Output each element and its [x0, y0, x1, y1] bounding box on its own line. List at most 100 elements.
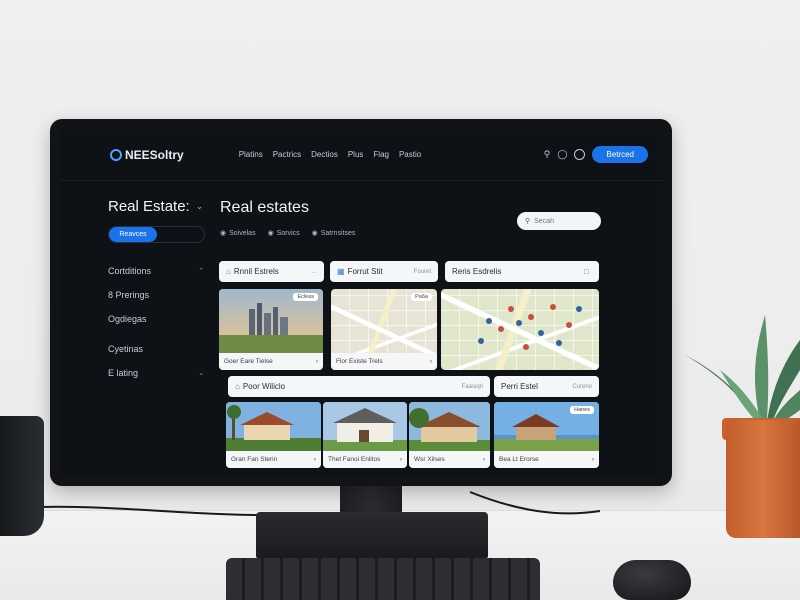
card-label: Forrut Stit [347, 267, 383, 276]
sidebar-item-1[interactable]: Cortditions ⌃ [108, 259, 204, 283]
listing-tile-4[interactable]: Wsr Xilses › [409, 402, 490, 468]
listing-tile-2[interactable]: Gran Fan Sterin › [226, 402, 321, 468]
tile-caption: Wsr Xilses › [409, 451, 490, 468]
chevron-right-icon: › [591, 456, 594, 463]
filter-icon: ◉ [220, 230, 227, 237]
tile-caption-text: Wsr Xilses [414, 456, 445, 463]
filter-icon: ◉ [311, 230, 318, 237]
nav-item-6[interactable]: Pastio [399, 150, 421, 159]
tile-tag: Hanes [570, 406, 594, 414]
settings-icon[interactable] [574, 149, 586, 160]
tile-caption: Flor Existe Trels › [331, 353, 437, 370]
sidebar-item-label: 8 Prerings [108, 290, 150, 300]
card-header-4[interactable]: ⌂ Poor Wiliclo Faasiqn [228, 376, 490, 397]
filter-2[interactable]: ◉ Sorvics [267, 229, 300, 238]
map-icon: ▦ [337, 267, 345, 276]
mouse [613, 560, 691, 600]
house-image [409, 402, 490, 452]
sidebar-item-label: E lating [108, 368, 139, 378]
house-image [323, 402, 407, 452]
toggle-active-option[interactable]: Reavces [109, 227, 157, 242]
screen: NEESoltry Platins Pactrics Dectios Plus … [60, 129, 662, 476]
card-label: Reris Esdrelis [452, 267, 502, 276]
tile-caption-text: Bea Lt Erorse [499, 456, 539, 463]
brand[interactable]: NEESoltry [110, 148, 184, 162]
card-header-5[interactable]: Perri Estel Cureno [494, 376, 599, 397]
primary-cta-button[interactable]: Betrced [592, 146, 648, 163]
tile-caption-text: Gran Fan Sterin [231, 456, 278, 463]
coffee-mug [0, 416, 44, 536]
card-header-3[interactable]: Reris Esdrelis □ [445, 261, 599, 282]
tile-caption-text: Flor Existe Trels [336, 358, 383, 365]
sidebar-title[interactable]: Real Estate: ⌄ [108, 198, 210, 215]
home-icon: ⌂ [226, 267, 231, 276]
filter-label: Satrnsitses [320, 229, 356, 237]
bookmark-icon[interactable]: □ [584, 267, 589, 276]
keyboard [226, 558, 540, 600]
listing-tile-5[interactable]: Hanes Bea Lt Erorse › [494, 402, 599, 468]
map-pins [478, 304, 582, 350]
listing-tile-3[interactable]: Thet Fanoi Enlitos › [323, 402, 407, 468]
filter-3[interactable]: ◉ Satrnsitses [311, 229, 356, 238]
chevron-right-icon: › [399, 456, 402, 463]
filter-label: Soivelas [229, 229, 256, 237]
page-title: Real estates [220, 199, 309, 216]
nav-item-4[interactable]: Plus [348, 150, 364, 159]
tile-caption-text: Goer Eare Tielse [224, 358, 273, 365]
sidebar-item-3[interactable]: Ogdiegas [108, 307, 204, 331]
card-meta: Cureno [572, 383, 592, 390]
card-label: Perri Estel [501, 382, 538, 391]
nav-item-1[interactable]: Platins [239, 150, 263, 159]
sidebar-list: Cortditions ⌃ 8 Prerings Ogdiegas Cyetin… [108, 259, 210, 385]
globe-icon [110, 148, 122, 161]
search-box[interactable]: ⚲ [517, 212, 601, 230]
card-label: Rnnil Estrels [233, 267, 279, 276]
sidebar-item-2[interactable]: 8 Prerings [108, 283, 204, 307]
search-icon: ⚲ [525, 218, 531, 225]
sidebar-item-5[interactable]: E lating ⌄ [108, 361, 204, 385]
tile-tag: Ecleas [293, 293, 318, 301]
chevron-right-icon: › [313, 456, 316, 463]
filter-bar: ◉ Soivelas ◉ Sorvics ◉ Satrnsitses [220, 229, 356, 238]
tile-caption: Bea Lt Erorse › [494, 451, 599, 468]
card-header-1[interactable]: ⌂ Rnnil Estrels … [219, 261, 324, 282]
search-icon[interactable]: ⚲ [544, 149, 551, 160]
nav-item-3[interactable]: Dectios [311, 150, 338, 159]
filter-1[interactable]: ◉ Soivelas [220, 229, 256, 238]
sidebar-item-4[interactable]: Cyetinas [108, 337, 204, 361]
card-meta: … [311, 268, 317, 275]
map-tile-1[interactable]: Pa6a Flor Existe Trels › [331, 289, 437, 370]
monitor-stand-base [256, 512, 488, 558]
house-image [226, 402, 321, 452]
top-actions: ⚲ ◯ Betrced [544, 146, 648, 163]
chevron-right-icon: › [482, 456, 485, 463]
nav-item-2[interactable]: Pactrics [273, 150, 301, 159]
top-bar: NEESoltry Platins Pactrics Dectios Plus … [60, 129, 662, 181]
tile-caption: Thet Fanoi Enlitos › [323, 451, 407, 468]
tile-caption-text: Thet Fanoi Enlitos [328, 456, 381, 463]
brand-name: NEESoltry [125, 147, 184, 162]
card-label: Poor Wiliclo [242, 382, 286, 391]
chevron-down-icon: ⌄ [198, 370, 204, 377]
card-meta: Fouret [413, 268, 431, 275]
bell-icon[interactable]: ◯ [557, 149, 567, 160]
sidebar-item-label: Cortditions [108, 266, 152, 276]
monitor: NEESoltry Platins Pactrics Dectios Plus … [50, 119, 672, 486]
chevron-right-icon: › [429, 358, 432, 365]
chevron-right-icon: › [315, 358, 318, 365]
tile-tag: Pa6a [411, 293, 432, 301]
nav-item-5[interactable]: Flag [373, 150, 389, 159]
search-input[interactable] [534, 217, 585, 225]
home-icon: ⌂ [235, 382, 240, 391]
card-header-2[interactable]: ▦ Forrut Stit Fouret [330, 261, 438, 282]
listing-tile-1[interactable]: Ecleas Goer Eare Tielse › [219, 289, 323, 370]
sidebar: Real Estate: ⌄ Reavces Cortditions ⌃ 8 P… [60, 181, 210, 476]
tile-caption: Gran Fan Sterin › [226, 451, 321, 468]
filter-icon: ◉ [267, 230, 274, 237]
sidebar-toggle[interactable]: Reavces [108, 226, 205, 243]
filter-label: Sorvics [276, 229, 300, 237]
plant-pot [726, 420, 800, 538]
chevron-down-icon: ⌄ [195, 201, 204, 211]
chevron-up-icon: ⌃ [198, 268, 204, 275]
map-tile-large[interactable] [441, 289, 599, 370]
